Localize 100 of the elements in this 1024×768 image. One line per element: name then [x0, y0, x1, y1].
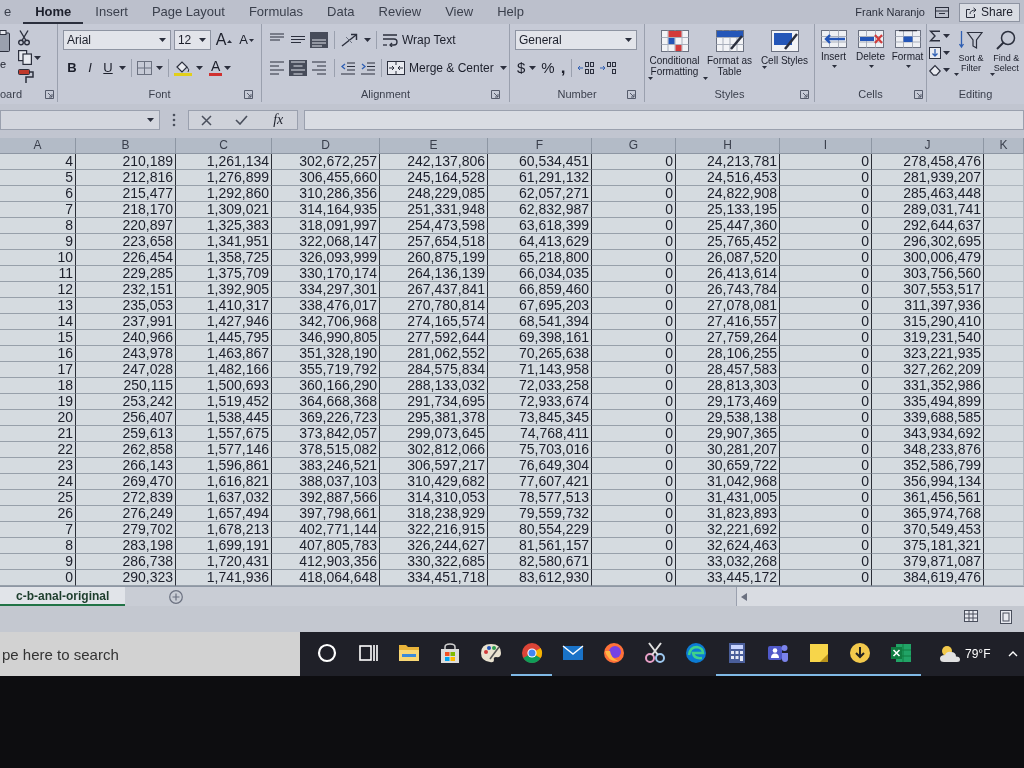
dialog-launcher-icon[interactable] [244, 90, 253, 99]
table-cell: 14 [0, 314, 76, 330]
table-cell: 73,845,345 [488, 410, 592, 426]
add-icon[interactable] [169, 589, 184, 604]
column-header[interactable]: J [872, 138, 984, 154]
sum-icon[interactable] [929, 30, 941, 42]
paint-bucket-icon[interactable] [174, 59, 192, 76]
column-header[interactable]: I [780, 138, 872, 154]
column-header[interactable]: D [272, 138, 380, 154]
insert-function-button[interactable]: fx [271, 112, 286, 128]
format-cells-button[interactable]: Format [889, 30, 926, 68]
cell-styles-button[interactable]: Cell Styles [757, 30, 812, 69]
percent-button[interactable]: % [538, 56, 558, 80]
increase-font-size-button[interactable]: A [213, 31, 235, 49]
sheet-tab[interactable]: c-b-anal-original [0, 587, 126, 606]
more-icon[interactable] [172, 113, 176, 127]
ribbon-tab[interactable]: Review [366, 2, 434, 24]
caret-down-icon[interactable] [158, 38, 166, 42]
caret-down-icon[interactable] [196, 65, 203, 70]
currency-button[interactable]: $ [515, 56, 528, 80]
weather-temperature[interactable]: 79°F [965, 645, 991, 663]
page-view-icon[interactable] [1000, 610, 1012, 624]
share-button[interactable]: Share [958, 2, 1020, 22]
bold-button[interactable]: B [63, 58, 81, 78]
dialog-launcher-icon[interactable] [627, 90, 636, 99]
sort-filter-button[interactable]: Sort & Filter [953, 30, 989, 76]
caret-down-icon[interactable] [943, 51, 950, 55]
format-as-table-button[interactable]: Format as Table [702, 30, 757, 80]
align-left-icon[interactable] [268, 60, 286, 76]
number-format-field[interactable]: General [515, 30, 637, 50]
underline-button[interactable]: U [99, 58, 117, 78]
insert-cells-button[interactable]: Insert [815, 30, 852, 68]
caret-down-icon[interactable] [34, 55, 41, 60]
copy-icon[interactable] [18, 50, 32, 65]
horizontal-scrollbar[interactable] [736, 587, 1024, 606]
caret-down-icon[interactable] [625, 38, 632, 42]
ribbon-tab[interactable]: Formulas [236, 2, 316, 24]
column-header[interactable]: G [592, 138, 676, 154]
close-icon[interactable] [200, 114, 212, 126]
merge-center-button[interactable]: Merge & Center [387, 59, 509, 77]
ribbon-tab[interactable]: Page Layout [139, 2, 237, 24]
decrease-indent-icon[interactable] [340, 61, 356, 75]
align-right-icon[interactable] [310, 60, 328, 76]
comma-style-button[interactable]: , [557, 60, 569, 76]
search-field[interactable]: pe here to search [0, 632, 300, 676]
ribbon-tab[interactable]: e [0, 2, 24, 24]
caret-down-icon[interactable] [224, 65, 232, 70]
wrap-text-button[interactable]: Wrap Text [382, 31, 456, 49]
font-color-button[interactable]: A [209, 59, 223, 77]
ribbon-tab[interactable]: Data [315, 2, 367, 24]
dialog-launcher-icon[interactable] [45, 90, 54, 99]
increase-indent-icon[interactable] [360, 61, 376, 75]
orientation-icon[interactable] [340, 33, 360, 47]
caret-down-icon[interactable] [156, 65, 163, 70]
formula-input[interactable] [304, 110, 1024, 130]
caret-down-icon[interactable] [198, 38, 206, 42]
paintbrush-icon[interactable] [18, 69, 34, 83]
column-header[interactable]: E [380, 138, 488, 154]
italic-button[interactable]: I [81, 58, 99, 78]
font-name-field[interactable]: Arial [63, 30, 171, 50]
ribbon-tab[interactable]: View [433, 2, 486, 24]
caret-down-icon[interactable] [529, 66, 537, 70]
font-size-field[interactable]: 12 [173, 30, 211, 50]
table-cell: 319,231,540 [872, 330, 984, 346]
dialog-launcher-icon[interactable] [800, 90, 809, 99]
ribbon-tab[interactable]: Insert [83, 2, 140, 24]
delete-cells-button[interactable]: Delete [852, 30, 889, 68]
fill-down-icon[interactable] [929, 47, 941, 59]
align-center-icon[interactable] [289, 60, 307, 76]
increase-decimal-icon[interactable] [577, 61, 596, 75]
table-cell: 262,858 [76, 442, 176, 458]
ribbon-tab[interactable]: Help [485, 2, 536, 24]
table-cell: 278,458,476 [872, 154, 984, 170]
caret-down-icon[interactable] [364, 38, 371, 42]
column-header[interactable]: K [984, 138, 1024, 154]
column-header[interactable]: B [76, 138, 176, 154]
decrease-font-size-button[interactable]: A [237, 32, 256, 48]
paste-button[interactable]: e [0, 30, 10, 70]
find-select-button[interactable]: Find & Select [988, 30, 1024, 76]
conditional-formatting-button[interactable]: Conditional Formatting [647, 30, 702, 80]
caret-down-icon[interactable] [147, 118, 154, 122]
check-icon[interactable] [234, 115, 248, 125]
caret-down-icon[interactable] [119, 65, 126, 70]
caret-up-icon[interactable] [1008, 651, 1018, 657]
table-cell: 8 [0, 218, 76, 234]
dialog-launcher-icon[interactable] [914, 90, 923, 99]
display-options-icon[interactable] [934, 6, 949, 18]
column-header[interactable]: A [0, 138, 76, 154]
caret-down-icon[interactable] [499, 66, 507, 70]
caret-left-icon[interactable] [741, 592, 747, 601]
caret-down-icon[interactable] [943, 34, 950, 38]
eraser-icon[interactable] [929, 64, 941, 76]
decrease-decimal-icon[interactable] [599, 61, 618, 75]
column-header[interactable]: F [488, 138, 592, 154]
scissors-icon[interactable] [18, 30, 30, 46]
column-header[interactable]: H [676, 138, 780, 154]
user-name[interactable]: Frank Naranjo [855, 3, 925, 21]
grid-view-icon[interactable] [964, 610, 978, 622]
column-header[interactable]: C [176, 138, 272, 154]
dialog-launcher-icon[interactable] [491, 90, 500, 99]
